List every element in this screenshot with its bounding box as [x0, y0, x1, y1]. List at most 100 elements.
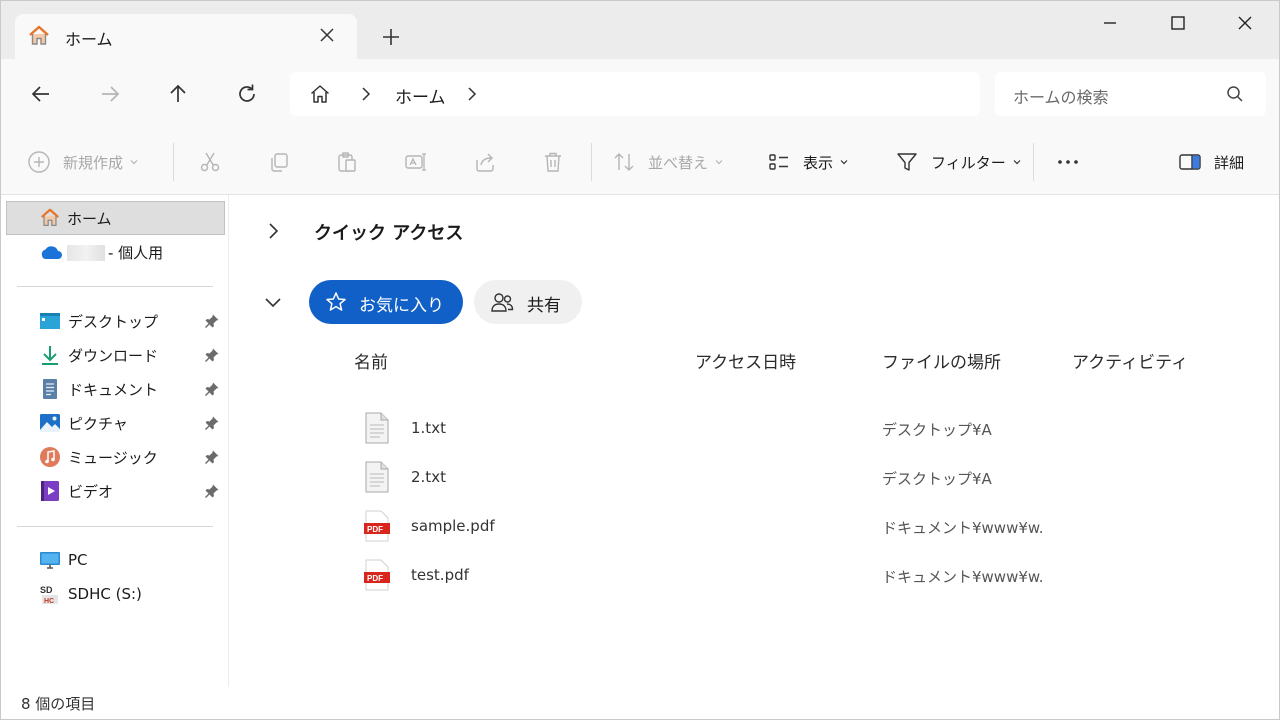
pin-icon[interactable]	[204, 415, 220, 431]
navigation-pane: ホーム - 個人用 デスクトップ ダウンロード ドキュメント ピクチャ ミュージ…	[1, 195, 229, 687]
music-icon	[40, 447, 60, 467]
cut-button[interactable]	[198, 149, 222, 175]
chevron-down-icon	[715, 160, 723, 165]
sidebar-item-downloads[interactable]: ダウンロード	[1, 340, 229, 370]
more-options-button[interactable]	[1056, 149, 1080, 175]
shared-tab[interactable]: 共有	[474, 280, 582, 324]
more-icon	[1058, 160, 1078, 164]
pin-icon[interactable]	[204, 381, 220, 397]
maximize-icon[interactable]	[1166, 11, 1190, 35]
file-name[interactable]: 2.txt	[411, 468, 446, 486]
sidebar-item-desktop[interactable]: デスクトップ	[1, 306, 229, 336]
picture-icon	[40, 414, 60, 432]
sidebar-item-label: ホーム	[67, 210, 112, 228]
details-button[interactable]: 詳細	[1178, 149, 1244, 175]
pin-icon[interactable]	[204, 449, 220, 465]
sd-card-icon: SD HC	[40, 585, 58, 605]
sort-button[interactable]: 並べ替え	[612, 149, 724, 175]
up-icon[interactable]	[165, 81, 191, 107]
file-row[interactable]: PDF sample.pdf ドキュメント¥www¥w...	[350, 506, 1270, 550]
svg-text:PDF: PDF	[367, 574, 383, 583]
address-bar: ホーム ホームの検索	[1, 59, 1279, 129]
sidebar-item-sdhc[interactable]: SD HC SDHC (S:)	[1, 580, 229, 610]
file-location: ドキュメント¥www¥w...	[882, 568, 1042, 586]
column-header-access-date[interactable]: アクセス日時	[695, 348, 796, 373]
sidebar-item-label: ビデオ	[68, 483, 114, 501]
sidebar-item-videos[interactable]: ビデオ	[1, 476, 229, 506]
new-button[interactable]: 新規作成	[27, 149, 139, 175]
tab-home[interactable]: ホーム	[15, 14, 357, 60]
sidebar-item-pc[interactable]: PC	[1, 546, 229, 576]
file-row[interactable]: PDF test.pdf ドキュメント¥www¥w...	[350, 555, 1270, 599]
copy-button[interactable]	[267, 149, 291, 175]
filter-label: フィルター	[931, 153, 1006, 172]
delete-button[interactable]	[541, 149, 565, 175]
share-button[interactable]	[473, 149, 497, 175]
file-row[interactable]: 1.txt デスクトップ¥A	[350, 408, 1270, 452]
sidebar-item-label: - 個人用	[108, 244, 164, 262]
column-header-activity[interactable]: アクティビティ	[1072, 348, 1188, 373]
text-file-icon	[365, 412, 389, 444]
pin-icon[interactable]	[204, 483, 220, 499]
paste-icon	[338, 152, 356, 172]
desktop-icon	[40, 313, 60, 329]
new-label: 新規作成	[63, 153, 124, 172]
file-location: デスクトップ¥A	[882, 421, 992, 439]
paste-button[interactable]	[335, 149, 359, 175]
minimize-icon[interactable]	[1098, 11, 1122, 35]
item-count: 8 個の項目	[21, 695, 96, 713]
chevron-right-icon[interactable]	[262, 220, 284, 242]
sidebar-item-pictures[interactable]: ピクチャ	[1, 408, 229, 438]
add-circle-icon	[28, 151, 50, 173]
sidebar-item-home[interactable]: ホーム	[6, 201, 225, 235]
sidebar-item-documents[interactable]: ドキュメント	[1, 374, 229, 404]
home-icon	[29, 25, 49, 45]
close-window-icon[interactable]	[1233, 11, 1257, 35]
filter-icon	[897, 153, 917, 171]
view-label: 表示	[803, 153, 834, 172]
file-name[interactable]: test.pdf	[411, 566, 469, 584]
details-label: 詳細	[1214, 153, 1245, 172]
search-box[interactable]: ホームの検索	[995, 72, 1266, 116]
filter-button[interactable]: フィルター	[895, 149, 1022, 175]
column-header-location[interactable]: ファイルの場所	[882, 348, 1001, 373]
shared-label: 共有	[527, 296, 561, 316]
sidebar-item-onedrive[interactable]: - 個人用	[1, 237, 229, 267]
chevron-right-icon[interactable]	[356, 84, 376, 104]
sidebar-item-label: ミュージック	[68, 449, 158, 467]
details-pane-icon	[1179, 154, 1201, 170]
redacted-account-name	[67, 245, 105, 261]
chevron-down-icon	[130, 160, 138, 165]
breadcrumb-home[interactable]: ホーム	[395, 83, 446, 108]
favorites-tab[interactable]: お気に入り	[309, 280, 463, 324]
document-icon	[43, 379, 57, 399]
close-tab-icon[interactable]	[315, 23, 339, 47]
file-name[interactable]: sample.pdf	[411, 517, 495, 535]
forward-icon[interactable]	[97, 81, 123, 107]
file-name[interactable]: 1.txt	[411, 419, 446, 437]
command-bar: 新規作成 並べ替え 表示 フィルター 詳細	[1, 129, 1279, 195]
column-header-name[interactable]: 名前	[354, 348, 388, 373]
chevron-right-icon[interactable]	[462, 84, 482, 104]
new-tab-icon[interactable]	[379, 25, 403, 49]
back-icon[interactable]	[28, 81, 54, 107]
section-title-quick-access[interactable]: クイック アクセス	[314, 219, 463, 245]
pin-icon[interactable]	[204, 313, 220, 329]
breadcrumb[interactable]: ホーム	[290, 72, 980, 116]
sidebar-item-label: デスクトップ	[68, 313, 159, 331]
sidebar-item-music[interactable]: ミュージック	[1, 442, 229, 472]
search-input[interactable]: ホームの検索	[1013, 84, 1109, 108]
pdf-file-icon: PDF	[364, 510, 390, 542]
rename-button[interactable]	[404, 149, 428, 175]
file-row[interactable]: 2.txt デスクトップ¥A	[350, 457, 1270, 501]
chevron-down-icon	[1013, 160, 1021, 165]
pin-icon[interactable]	[204, 347, 220, 363]
refresh-icon[interactable]	[234, 81, 260, 107]
rename-icon	[405, 153, 426, 171]
view-button[interactable]: 表示	[767, 149, 849, 175]
svg-text:SD: SD	[40, 585, 53, 595]
home-icon[interactable]	[308, 82, 332, 106]
content-area: クイック アクセス お気に入り 共有 名前 アクセス日時 ファイルの場所 アクテ…	[230, 195, 1279, 687]
search-icon[interactable]	[1225, 84, 1245, 104]
chevron-down-icon[interactable]	[262, 291, 284, 313]
